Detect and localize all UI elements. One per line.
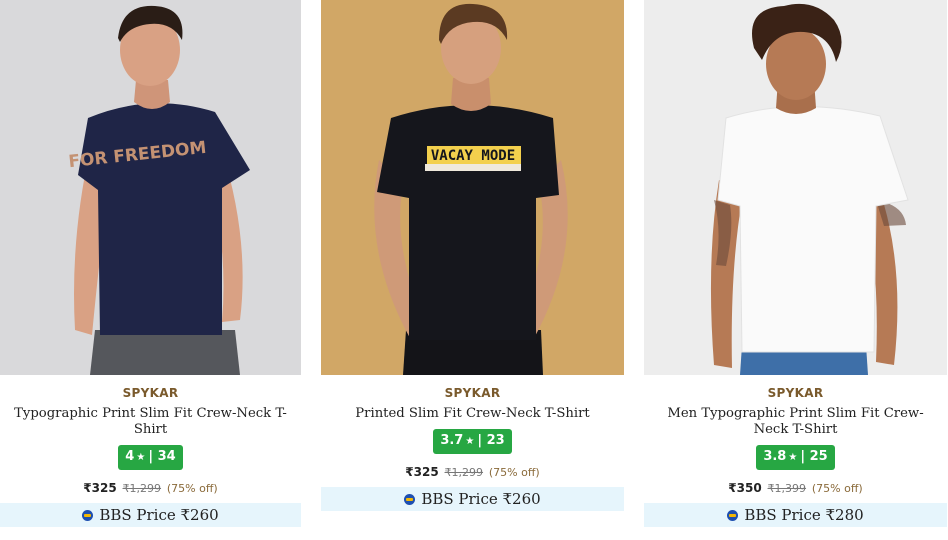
bbs-price: BBS Price ₹280	[744, 506, 864, 524]
product-grid: FOR FREEDOM SPYKAR Typographic Print Sli…	[0, 0, 948, 540]
mrp-price: ₹1,299	[122, 482, 162, 495]
bbs-price: BBS Price ₹260	[99, 506, 219, 524]
bbs-price: BBS Price ₹260	[421, 490, 541, 508]
rating-badge: 3.8 ★ | 25	[756, 445, 835, 470]
rating-value: 3.8	[763, 449, 787, 464]
product-title[interactable]: Typographic Print Slim Fit Crew-Neck T-S…	[0, 406, 301, 438]
brand-name: SPYKAR	[444, 386, 501, 400]
product-image[interactable]: FOR FREEDOM	[0, 0, 301, 375]
bbs-price-band: BBS Price ₹260	[0, 503, 301, 527]
bbs-price-band: BBS Price ₹280	[644, 503, 947, 527]
product-image[interactable]: VACAY MODE	[321, 0, 624, 375]
sale-price: ₹325	[83, 481, 117, 495]
discount-text: (75% off)	[488, 466, 540, 479]
star-icon: ★	[136, 452, 146, 463]
rating-separator: |	[477, 433, 487, 448]
rating-value: 4	[125, 449, 135, 464]
price-row: ₹350 ₹1,399 (75% off)	[644, 481, 947, 495]
discount-text: (75% off)	[811, 482, 863, 495]
bbs-logo-icon	[82, 509, 94, 521]
sale-price: ₹325	[405, 465, 439, 479]
sale-price: ₹350	[728, 481, 762, 495]
rating-badge: 3.7 ★ | 23	[433, 429, 512, 454]
rating-value: 3.7	[440, 433, 464, 448]
brand-name: SPYKAR	[767, 386, 824, 400]
bbs-logo-icon	[404, 493, 416, 505]
product-card[interactable]: FOR FREEDOM SPYKAR Typographic Print Sli…	[0, 0, 301, 540]
rating-badge: 4 ★ | 34	[118, 445, 183, 470]
rating-separator: |	[800, 449, 810, 464]
product-card[interactable]: VACAY MODE SPYKAR Printed Slim Fit Crew-…	[321, 0, 624, 540]
product-title[interactable]: Men Typographic Print Slim Fit Crew-Neck…	[644, 406, 947, 438]
brand-name: SPYKAR	[122, 386, 179, 400]
product-image[interactable]	[644, 0, 947, 375]
rating-count: 34	[157, 449, 176, 464]
bbs-logo-icon	[727, 509, 739, 521]
discount-text: (75% off)	[166, 482, 218, 495]
price-row: ₹325 ₹1,299 (75% off)	[0, 481, 301, 495]
mrp-price: ₹1,399	[767, 482, 807, 495]
rating-count: 25	[809, 449, 828, 464]
bbs-price-band: BBS Price ₹260	[321, 487, 624, 511]
mrp-price: ₹1,299	[444, 466, 484, 479]
product-title[interactable]: Printed Slim Fit Crew-Neck T-Shirt	[321, 406, 624, 422]
price-row: ₹325 ₹1,299 (75% off)	[321, 465, 624, 479]
svg-text:VACAY MODE: VACAY MODE	[431, 148, 515, 164]
rating-separator: |	[148, 449, 158, 464]
product-card[interactable]: SPYKAR Men Typographic Print Slim Fit Cr…	[644, 0, 947, 540]
star-icon: ★	[788, 452, 798, 463]
star-icon: ★	[465, 436, 475, 447]
rating-count: 23	[486, 433, 505, 448]
